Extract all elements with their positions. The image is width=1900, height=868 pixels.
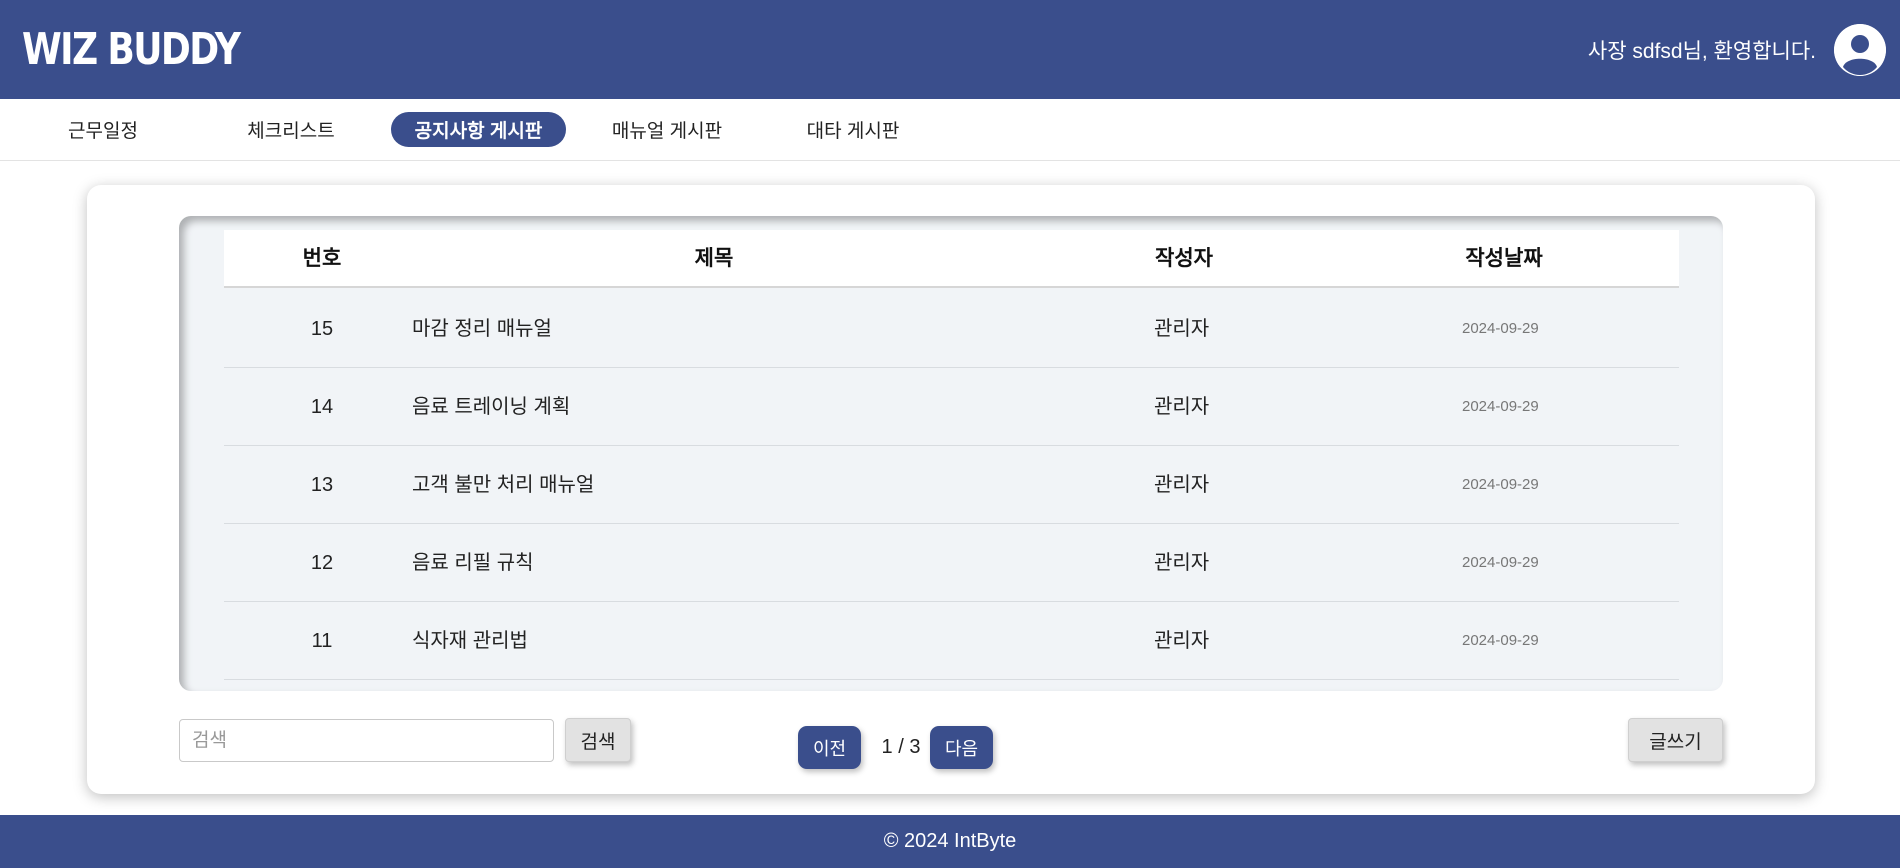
- column-header-date: 작성날짜: [1465, 247, 1543, 270]
- welcome-text: 사장 sdfsd님, 환영합니다.: [1587, 39, 1816, 63]
- nav-item-notice-board[interactable]: 공지사항 게시판: [391, 112, 566, 147]
- search-button[interactable]: 검색: [565, 718, 631, 762]
- row-author: 관리자: [1154, 552, 1210, 574]
- table-row[interactable]: 12 음료 리필 규칙 관리자 2024-09-29: [224, 524, 1679, 602]
- row-title[interactable]: 고객 불만 처리 매뉴얼: [412, 446, 594, 524]
- row-number: 13: [310, 474, 334, 496]
- row-author: 관리자: [1154, 318, 1210, 340]
- user-area: 사장 sdfsd님, 환영합니다.: [1587, 23, 1886, 76]
- nav-item-schedule[interactable]: 근무일정: [57, 112, 149, 147]
- row-title[interactable]: 음료 트레이닝 계획: [412, 368, 570, 446]
- main-nav: 근무일정 체크리스트 공지사항 게시판 매뉴얼 게시판 대타 게시판: [0, 99, 1900, 161]
- row-date: 2024-09-29: [1462, 398, 1539, 415]
- footer-copyright: © 2024 IntByte: [883, 830, 1017, 852]
- write-post-button[interactable]: 글쓰기: [1628, 718, 1723, 762]
- next-page-button[interactable]: 다음: [930, 726, 993, 769]
- row-number: 14: [310, 396, 334, 418]
- column-header-number: 번호: [302, 247, 342, 270]
- column-header-title: 제목: [694, 247, 734, 270]
- row-author: 관리자: [1154, 630, 1210, 652]
- board-card: 번호 제목 작성자 작성날짜 15 마감 정리 매뉴얼 관리자 2024-09-…: [87, 185, 1815, 794]
- page-indicator: 1 / 3: [881, 736, 921, 758]
- row-title[interactable]: 마감 정리 매뉴얼: [412, 290, 552, 368]
- row-date: 2024-09-29: [1462, 476, 1539, 493]
- header: WIZ BUDDY 사장 sdfsd님, 환영합니다.: [0, 0, 1900, 99]
- row-number: 12: [310, 552, 334, 574]
- user-avatar-icon[interactable]: [1834, 23, 1886, 76]
- footer: © 2024 IntByte: [0, 815, 1900, 868]
- table-header: 번호 제목 작성자 작성날짜: [224, 230, 1679, 288]
- table-row[interactable]: 13 고객 불만 처리 매뉴얼 관리자 2024-09-29: [224, 446, 1679, 524]
- table-row[interactable]: 15 마감 정리 매뉴얼 관리자 2024-09-29: [224, 290, 1679, 368]
- logo[interactable]: WIZ BUDDY: [22, 24, 241, 75]
- table-row[interactable]: 14 음료 트레이닝 계획 관리자 2024-09-29: [224, 368, 1679, 446]
- row-number: 11: [311, 630, 333, 652]
- notice-table: 번호 제목 작성자 작성날짜 15 마감 정리 매뉴얼 관리자 2024-09-…: [179, 216, 1723, 691]
- nav-item-checklist[interactable]: 체크리스트: [236, 112, 346, 147]
- row-title[interactable]: 음료 리필 규칙: [412, 524, 534, 602]
- row-date: 2024-09-29: [1462, 554, 1539, 571]
- row-number: 15: [310, 318, 334, 340]
- table-row[interactable]: 11 식자재 관리법 관리자 2024-09-29: [224, 602, 1679, 680]
- row-author: 관리자: [1154, 396, 1210, 418]
- row-author: 관리자: [1154, 474, 1210, 496]
- row-date: 2024-09-29: [1462, 632, 1539, 649]
- nav-item-manual-board[interactable]: 매뉴얼 게시판: [605, 112, 729, 147]
- row-title[interactable]: 식자재 관리법: [412, 602, 528, 680]
- search-input[interactable]: [179, 719, 554, 762]
- prev-page-button[interactable]: 이전: [798, 726, 861, 769]
- row-date: 2024-09-29: [1462, 320, 1539, 337]
- nav-item-substitute-board[interactable]: 대타 게시판: [798, 112, 908, 147]
- column-header-author: 작성자: [1155, 247, 1213, 270]
